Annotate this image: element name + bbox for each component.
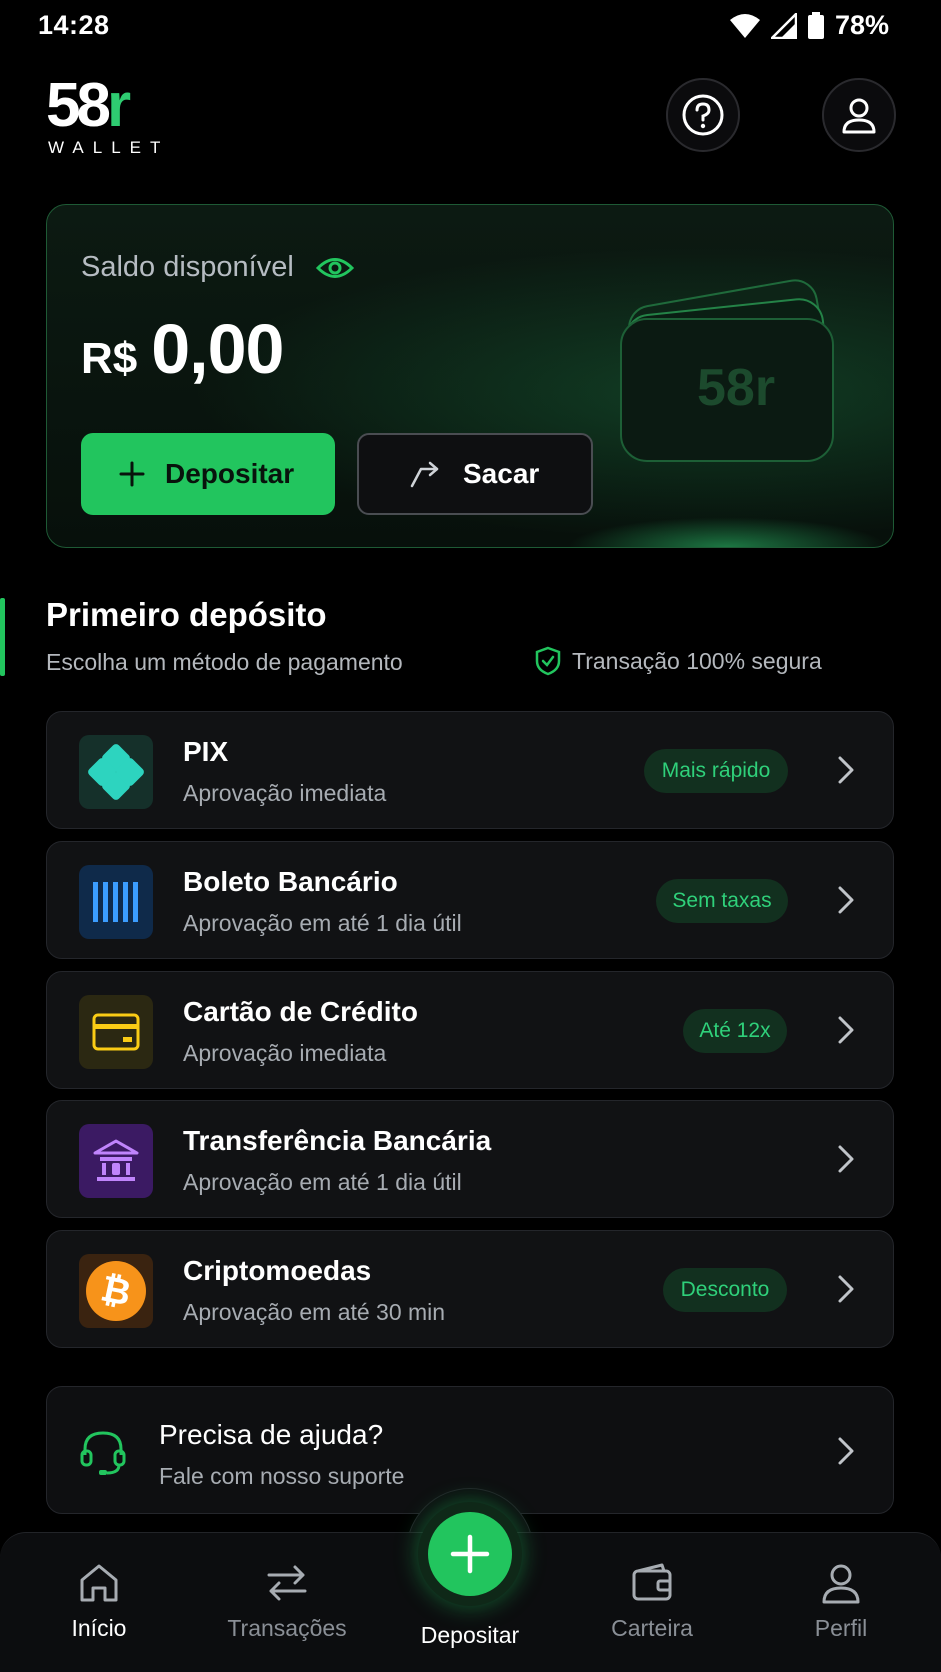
withdraw-arrow-icon	[410, 461, 439, 488]
balance-card: 58r Saldo disponível R$ 0,00 Depositar S…	[46, 204, 894, 548]
section-title: Primeiro depósito	[46, 596, 327, 633]
status-bar: 14:28 78%	[0, 0, 941, 52]
chevron-right-icon	[838, 1145, 854, 1173]
withdraw-button[interactable]: Sacar	[357, 433, 593, 515]
balance-amount: R$ 0,00	[81, 309, 285, 389]
chevron-right-icon	[838, 1275, 854, 1303]
deposit-label: Depositar	[165, 458, 295, 489]
nav-profile[interactable]: Perfil	[751, 1561, 931, 1642]
wallet-icon	[632, 1563, 672, 1601]
nav-profile-label: Perfil	[814, 1615, 868, 1641]
logo-subtitle: WALLET	[48, 138, 170, 157]
secure-text: Transação 100% segura	[572, 647, 822, 674]
eye-icon[interactable]	[315, 255, 354, 281]
chevron-right-icon	[838, 756, 854, 784]
method-pix[interactable]: PIX Aprovação imediata Mais rápido	[46, 711, 894, 829]
method-name: Transferência Bancária	[183, 1125, 492, 1156]
nav-transactions-label: Transações	[227, 1615, 347, 1641]
nav-deposit-fab[interactable]	[418, 1502, 522, 1606]
method-crypto[interactable]: ₿ Criptomoedas Aprovação em até 30 min D…	[46, 1230, 894, 1348]
status-time: 14:28	[38, 10, 110, 40]
nav-wallet[interactable]: Carteira	[562, 1561, 742, 1642]
balance-label-row: Saldo disponível	[81, 251, 354, 284]
help-button[interactable]	[666, 78, 740, 152]
plus-icon	[119, 461, 145, 487]
credit-card-icon	[79, 995, 153, 1069]
question-icon	[682, 94, 724, 136]
signal-icon	[770, 12, 797, 39]
section-subtitle: Escolha um método de pagamento	[46, 649, 403, 675]
method-bank-transfer[interactable]: Transferência Bancária Aprovação em até …	[46, 1100, 894, 1218]
method-name: PIX	[183, 736, 229, 767]
method-name: Criptomoedas	[183, 1255, 372, 1286]
home-icon	[80, 1564, 118, 1602]
method-name: Cartão de Crédito	[183, 996, 418, 1027]
balance-currency: R$	[81, 334, 138, 383]
method-credit-card[interactable]: Cartão de Crédito Aprovação imediata Até…	[46, 971, 894, 1089]
shield-check-icon	[535, 646, 561, 676]
logo-main: 58	[46, 71, 111, 140]
wallet-art-text: 58r	[697, 359, 775, 417]
method-desc: Aprovação imediata	[183, 780, 387, 806]
nav-home[interactable]: Início	[9, 1561, 189, 1642]
withdraw-label: Sacar	[463, 458, 540, 489]
plus-icon	[450, 1534, 490, 1574]
balance-value: 0,00	[151, 310, 284, 388]
headset-icon	[80, 1431, 126, 1475]
nav-wallet-label: Carteira	[611, 1615, 693, 1641]
status-icons: 78%	[729, 10, 889, 41]
wallet-illustration: 58r	[620, 279, 834, 462]
transfer-arrows-icon	[267, 1565, 307, 1601]
method-desc: Aprovação em até 1 dia útil	[183, 1169, 462, 1195]
method-badge: Sem taxas	[656, 879, 788, 923]
nav-home-label: Início	[71, 1615, 127, 1641]
user-icon	[822, 1564, 860, 1604]
wifi-icon	[729, 13, 760, 38]
chevron-right-icon	[838, 1437, 854, 1465]
nav-transactions[interactable]: Transações	[197, 1561, 377, 1642]
support-title: Precisa de ajuda?	[159, 1419, 384, 1450]
logo-accent: r	[106, 71, 131, 140]
fab-inner	[428, 1512, 512, 1596]
app-logo: 58r WALLET	[46, 75, 170, 158]
support-subtitle: Fale com nosso suporte	[159, 1463, 405, 1489]
bitcoin-icon: ₿	[79, 1254, 153, 1328]
method-desc: Aprovação em até 30 min	[183, 1299, 446, 1325]
chevron-right-icon	[838, 1016, 854, 1044]
method-badge: Desconto	[663, 1268, 787, 1312]
deposit-button[interactable]: Depositar	[81, 433, 335, 515]
section-accent-bar	[0, 598, 5, 676]
card-glow	[567, 517, 887, 547]
pix-icon	[79, 735, 153, 809]
balance-label: Saldo disponível	[81, 251, 294, 283]
battery-percent: 78%	[834, 10, 889, 40]
profile-button[interactable]	[822, 78, 896, 152]
bank-icon	[79, 1124, 153, 1198]
chevron-right-icon	[838, 886, 854, 914]
nav-deposit-label: Depositar	[420, 1622, 520, 1648]
secure-note: Transação 100% segura	[534, 646, 822, 676]
method-desc: Aprovação imediata	[183, 1040, 387, 1066]
barcode-icon	[79, 865, 153, 939]
user-icon	[842, 98, 876, 134]
battery-icon	[807, 11, 824, 39]
method-desc: Aprovação em até 1 dia útil	[183, 910, 462, 936]
method-badge: Mais rápido	[644, 749, 788, 793]
method-badge: Até 12x	[683, 1009, 787, 1053]
method-name: Boleto Bancário	[183, 866, 398, 897]
method-boleto[interactable]: Boleto Bancário Aprovação em até 1 dia ú…	[46, 841, 894, 959]
